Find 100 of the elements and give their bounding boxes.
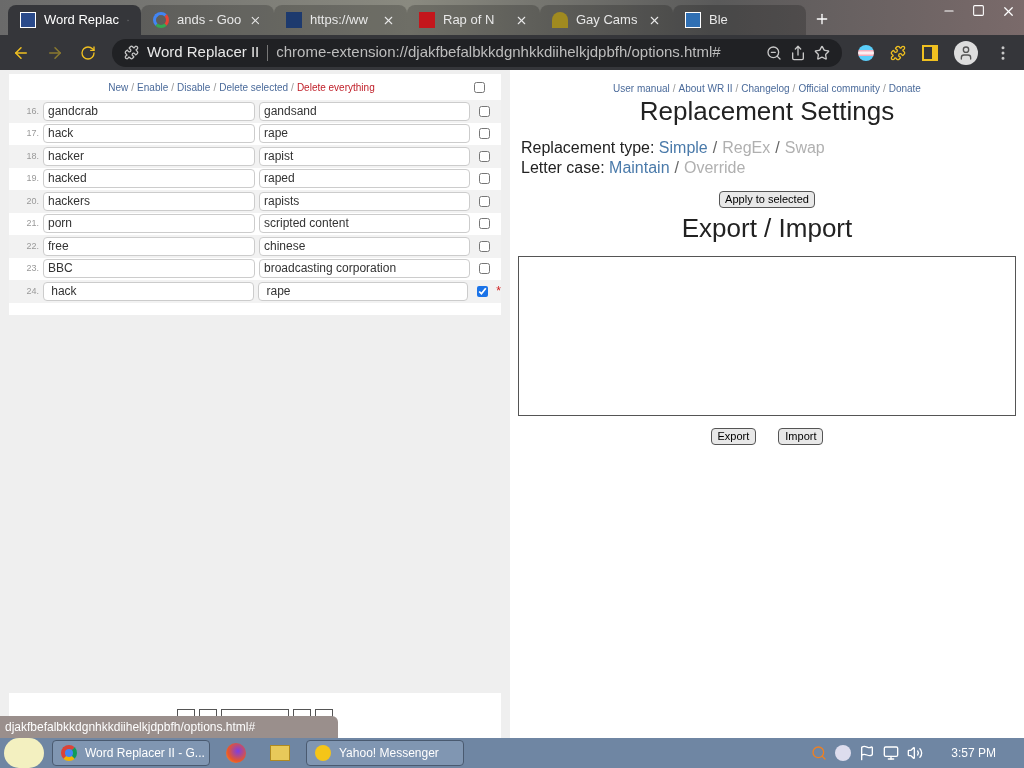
replace-field[interactable]: gandsand	[259, 101, 470, 121]
find-field[interactable]: gandcrab	[43, 101, 255, 121]
extensions-icon[interactable]	[890, 44, 906, 61]
sidebar-icon[interactable]	[922, 44, 938, 61]
row-checkbox[interactable]	[479, 105, 490, 117]
replace-field[interactable]: broadcasting corporation	[259, 259, 470, 279]
replace-field[interactable]: rape	[259, 124, 470, 144]
tab-title: Rap of N	[443, 11, 496, 30]
export-import-button[interactable]: Export	[710, 428, 757, 445]
row-checkbox[interactable]	[477, 285, 489, 297]
replace-field[interactable]: rape	[258, 281, 469, 301]
action-link[interactable]: Delete everything	[296, 81, 375, 93]
tab-title: ands - Goo	[177, 11, 242, 30]
find-field[interactable]: free	[43, 236, 255, 256]
row-checkbox[interactable]	[479, 173, 490, 185]
row-number: 21.	[25, 217, 39, 230]
separator: /	[775, 139, 780, 156]
flag-icon[interactable]	[858, 44, 874, 61]
close-window-icon[interactable]	[1001, 4, 1016, 19]
browser-tab[interactable]: Word Replac	[8, 5, 141, 35]
maximize-icon[interactable]	[972, 4, 985, 17]
action-link[interactable]: Delete selected	[219, 81, 289, 93]
start-button[interactable]	[4, 738, 44, 768]
tab-title: Gay Cams	[576, 11, 639, 30]
help-link[interactable]: Donate	[888, 83, 921, 94]
find-field[interactable]: hacked	[43, 169, 255, 189]
row-checkbox[interactable]	[479, 218, 490, 230]
select-all-checkbox[interactable]	[474, 81, 485, 93]
star-icon[interactable]	[814, 44, 830, 61]
browser-tab[interactable]: Ble	[673, 5, 806, 35]
smiley-icon	[315, 745, 331, 761]
export-import-button[interactable]: Import	[778, 428, 824, 445]
replace-field[interactable]: raped	[259, 169, 470, 189]
zoom-icon[interactable]	[766, 44, 782, 61]
replace-field[interactable]: rapist	[259, 146, 470, 166]
url-text: chrome-extension://djakfbefalbkkdgnhkkdiihelkjdpbfh/options.html#	[276, 42, 721, 63]
action-link[interactable]: Enable	[137, 81, 169, 93]
separator: /	[131, 81, 135, 93]
row-number: 22.	[25, 239, 39, 253]
g-icon	[153, 12, 169, 28]
settings-title: Replacement Settings	[639, 96, 895, 126]
help-link[interactable]: Changelog	[741, 83, 790, 94]
action-link[interactable]: New	[108, 81, 129, 93]
separator: /	[735, 83, 739, 94]
help-link[interactable]: User manual	[613, 83, 670, 94]
replace-field[interactable]: rapists	[259, 191, 470, 211]
find-field[interactable]: porn	[43, 214, 255, 234]
separator: /	[882, 83, 886, 94]
chrome-icon	[61, 745, 77, 761]
row-checkbox[interactable]	[479, 240, 490, 252]
help-link[interactable]: About WR II	[678, 83, 733, 94]
row-number: 20.	[25, 194, 39, 208]
option-label: Replacement type:	[521, 139, 656, 156]
find-field[interactable]: hackers	[43, 191, 255, 211]
option-label: Letter case:	[521, 159, 606, 176]
find-field[interactable]: hack	[43, 124, 255, 144]
person-icon	[552, 12, 568, 28]
separator: /	[674, 159, 679, 176]
address-bar[interactable]: Word Replacer II chrome-extension://djakfbefalbkkdgnhkkdiihelkjdpbfh/options.html#	[112, 38, 842, 67]
volume-icon[interactable]	[907, 745, 924, 761]
browser-tab[interactable]: https://ww	[274, 5, 407, 35]
network-icon[interactable]	[883, 745, 900, 761]
browser-tab[interactable]: Rap of N	[407, 5, 540, 35]
apply-button[interactable]: Apply to selected	[719, 191, 815, 208]
row-checkbox[interactable]	[479, 150, 490, 162]
row-number: 17.	[25, 127, 39, 140]
find-field[interactable]: hacker	[43, 146, 255, 166]
tab-title: Ble	[709, 11, 729, 30]
separator: /	[213, 81, 217, 93]
replace-field[interactable]: chinese	[259, 236, 470, 256]
clock[interactable]: 3:57 PM	[951, 744, 996, 762]
separator: /	[171, 81, 174, 93]
site-name: Word Replacer II	[147, 42, 260, 63]
row-number: 24.	[25, 284, 39, 298]
face-icon[interactable]	[835, 745, 852, 761]
browser-tab[interactable]: Gay Cams	[540, 5, 673, 35]
row-number: 23.	[25, 262, 39, 275]
row-number: 18.	[25, 149, 39, 163]
reload-icon[interactable]	[80, 44, 96, 61]
share-icon[interactable]	[790, 44, 806, 61]
action-link[interactable]: Disable	[177, 81, 211, 93]
separator: /	[291, 81, 294, 93]
row-number: 19.	[25, 172, 39, 185]
export-title: Export / Import	[681, 213, 853, 243]
row-checkbox[interactable]	[479, 195, 490, 207]
row-number: 16.	[25, 104, 39, 118]
square-icon	[685, 12, 701, 28]
new-tab-icon[interactable]	[814, 11, 830, 27]
find-field[interactable]: hack	[42, 281, 255, 301]
find-field[interactable]: BBC	[43, 259, 255, 279]
profile-icon[interactable]	[954, 40, 978, 65]
separator: /	[672, 83, 676, 94]
replace-field[interactable]: scripted content	[259, 214, 470, 234]
option-choice[interactable]: Simple	[658, 139, 708, 156]
row-checkbox[interactable]	[479, 128, 490, 140]
modified-marker: *	[496, 283, 501, 301]
browser-tab[interactable]: ands - Goo	[141, 5, 274, 35]
option-choice[interactable]: Maintain	[609, 159, 670, 176]
row-checkbox[interactable]	[479, 263, 490, 275]
help-link[interactable]: Official community	[798, 83, 880, 94]
